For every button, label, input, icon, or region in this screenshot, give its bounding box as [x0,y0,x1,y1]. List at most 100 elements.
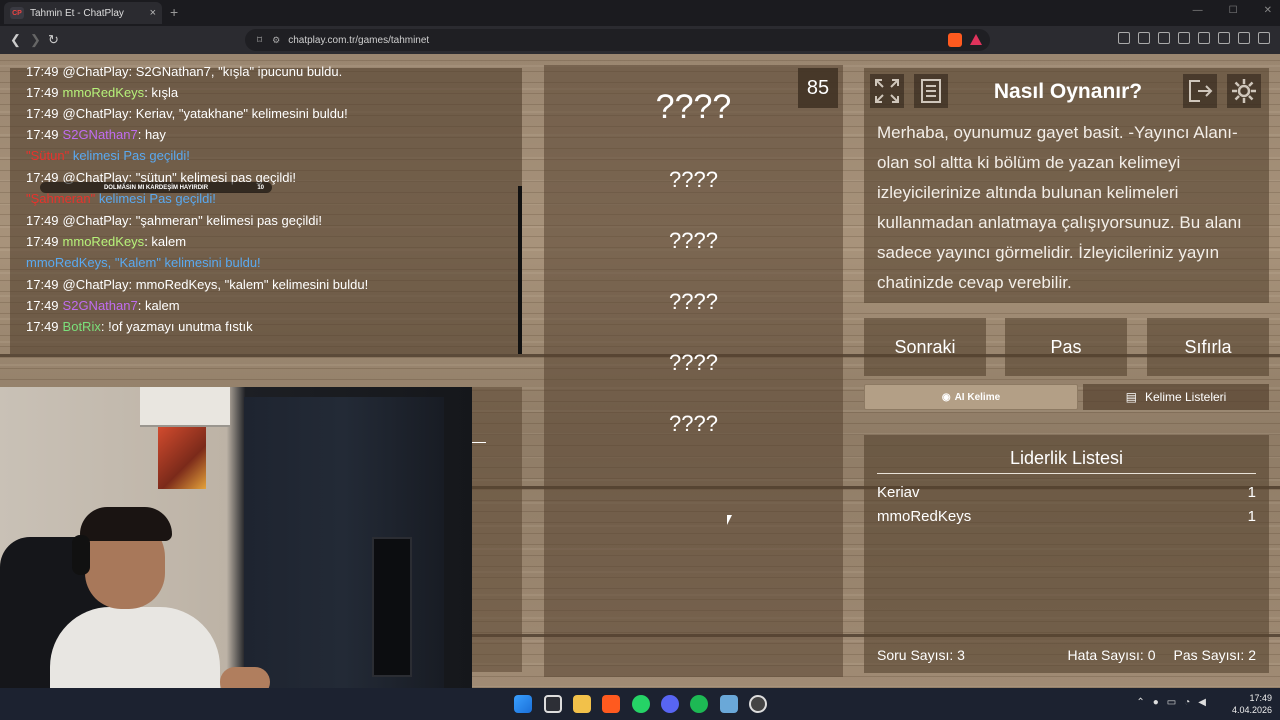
chat-text: : kalem [137,298,180,313]
ai-word-button[interactable]: ◉ AI Kelime [864,384,1078,410]
tab-bar: CP Tahmin Et - ChatPlay × + — ☐ ✕ [0,0,1280,26]
chat-scrollbar[interactable] [518,186,522,354]
spotify-icon[interactable] [690,695,708,713]
maximize-icon[interactable]: ☐ [1229,5,1238,16]
windows-icon[interactable] [514,695,532,713]
monitor [372,537,412,677]
document-icon[interactable] [914,74,948,108]
chat-message: 17:49 @ChatPlay: Keriav, "yatakhane" keli… [26,106,348,121]
file-explorer-icon[interactable] [573,695,591,713]
chat-message: 17:49 @ChatPlay: mmoRedKeys, "kalem" keli… [26,277,368,292]
vpn-icon[interactable] [1238,32,1250,44]
forward-icon[interactable]: ❯ [30,32,41,48]
menu-icon[interactable] [1258,32,1270,44]
address-bar: ❮ ❯ ↻ ⌑ ⚙ chatplay.com.tr/games/tahminet [0,26,1280,54]
chat-text: : "şahmeran" kelimesi pas geçildi! [128,213,322,228]
list-icon: ▤ [1125,390,1137,404]
url-field[interactable]: ⌑ ⚙ chatplay.com.tr/games/tahminet [245,29,990,51]
leo-icon[interactable] [1218,32,1230,44]
streamer [50,507,220,688]
chat-message: 17:49 @ChatPlay: "şahmeran" kelimesi pas … [26,213,322,228]
app-icon[interactable] [720,695,738,713]
divider [472,442,486,443]
chat-text: : !of yazmayı unutma fıstık [100,319,253,334]
chat-time: 17:49 [26,277,59,292]
chat-time: 17:49 [26,64,59,79]
chat-message: 17:49 @ChatPlay: S2GNathan7, "kışla" ipuc… [26,64,342,79]
chat-user: @ChatPlay [62,64,129,79]
robot-icon: ◉ [941,391,951,403]
minimize-icon[interactable]: — [1193,5,1203,16]
reload-icon[interactable]: ↻ [48,32,59,48]
pass-count: Pas Sayısı: 2 [1173,647,1257,663]
close-window-icon[interactable]: ✕ [1264,5,1272,16]
leaderboard-title: Liderlik Listesi [1009,448,1124,468]
chat-user: mmoRedKeys [62,85,145,100]
chat-message: 17:49 BotRix: !of yazmayı unutma fıstık [26,319,253,334]
question-count: Soru Sayısı: 3 [877,647,965,663]
curtain [244,397,444,688]
chat-text: kelimesi Pas geçildi! [69,148,190,163]
sidebar-icon[interactable] [1178,32,1190,44]
player-score: 1 [1247,508,1256,525]
reset-button[interactable]: Sıfırla [1147,318,1269,376]
leaderboard-row: Keriav 1 [877,484,1256,501]
chat-time: 17:49 [26,213,59,228]
task-view-icon[interactable] [544,695,562,713]
exit-icon[interactable] [1183,74,1217,108]
chat-time: 17:49 [26,127,59,142]
word-lists-button[interactable]: ▤ Kelime Listeleri [1083,384,1269,410]
chat-user: "Şahmeran" [26,191,96,206]
close-tab-icon[interactable]: × [150,7,156,19]
player-score: 1 [1247,484,1256,501]
chrome-icon[interactable] [749,695,767,713]
extension-icon[interactable] [1138,32,1150,44]
brave-shield-icon[interactable] [948,33,962,47]
gear-icon[interactable] [1227,74,1261,108]
chat-user: @ChatPlay [62,106,129,121]
microphone-icon[interactable]: ● [1153,697,1159,708]
chat-time: 17:49 [26,106,59,121]
extension-icon[interactable] [1118,32,1130,44]
error-count: Hata Sayısı: 0 [1067,647,1156,663]
clock[interactable]: 17:49 4.04.2026 [1232,692,1272,716]
fullscreen-icon[interactable] [870,74,904,108]
leaderboard-divider [877,473,1256,474]
brave-icon[interactable] [602,695,620,713]
how-to-play-text: Merhaba, oyunumuz gayet basit. -Yayıncı … [877,123,1242,292]
volume-icon[interactable]: ◀ [1198,697,1206,708]
site-settings-icon[interactable]: ⚙ [272,35,280,46]
chat-user: mmoRedKeys [62,234,145,249]
chat-user: mmoRedKeys, [26,255,112,270]
discord-icon[interactable] [661,695,679,713]
chevron-up-icon[interactable]: ⌃ [1136,697,1144,708]
chat-text: : hay [137,127,166,142]
chat-time: 17:49 [26,298,59,313]
leaderboard-panel [864,435,1269,673]
wallet-icon[interactable] [1198,32,1210,44]
chat-text: kelimesi Pas geçildi! [95,191,216,206]
player-name: Keriav [877,484,920,501]
back-icon[interactable]: ❮ [10,32,21,48]
pass-button[interactable]: Pas [1005,318,1127,376]
how-to-play-title: Nasıl Oynanır? [993,80,1143,103]
rewards-icon[interactable] [970,34,982,45]
new-tab-button[interactable]: + [170,4,178,20]
favicon-icon: CP [10,7,24,19]
whatsapp-icon[interactable] [632,695,650,713]
chat-user: S2GNathan7 [62,127,138,142]
chat-message: "Şahmeran" kelimesi Pas geçildi! [26,191,216,206]
bookmark-icon[interactable]: ⌑ [257,35,262,46]
chat-time: 17:49 [26,85,59,100]
word-lists-label: Kelime Listeleri [1144,390,1227,404]
music-icon[interactable] [1158,32,1170,44]
chat-text: : Keriav, "yatakhane" kelimesini buldu! [128,106,348,121]
hand [220,667,270,688]
network-icon[interactable]: ◔ [1184,697,1190,708]
hidden-word: ???? [669,411,718,436]
next-button[interactable]: Sonraki [864,318,986,376]
tab-active[interactable]: CP Tahmin Et - ChatPlay × [4,2,162,24]
chat-message: 17:49 mmoRedKeys: kışla [26,85,178,100]
display-icon[interactable]: ▭ [1167,697,1176,708]
chat-text: : S2GNathan7, "kışla" ipucunu buldu. [128,64,343,79]
